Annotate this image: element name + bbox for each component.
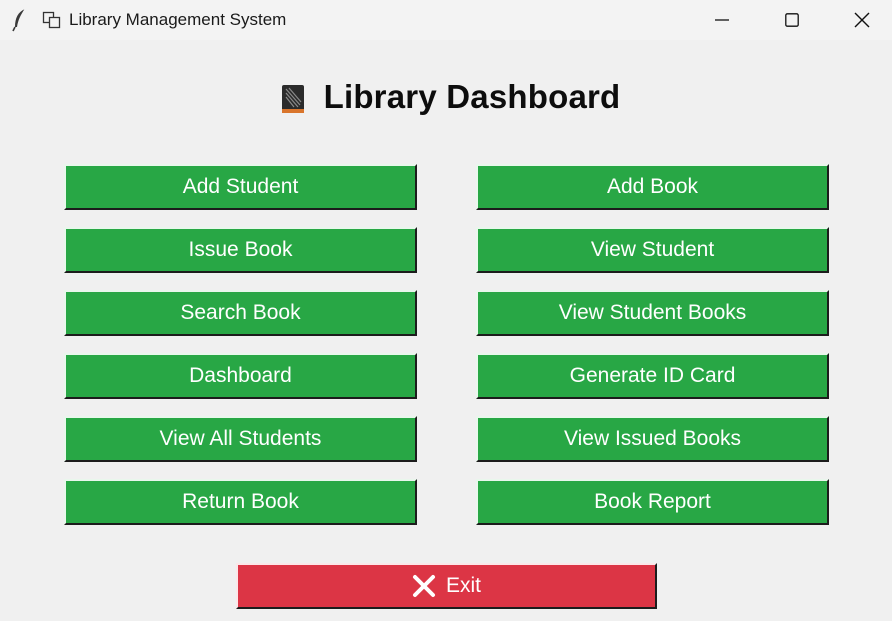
maximize-icon — [785, 13, 799, 27]
view-student-books-button[interactable]: View Student Books — [476, 290, 829, 336]
add-book-button[interactable]: Add Book — [476, 164, 829, 210]
exit-label: Exit — [445, 574, 481, 597]
add-student-button[interactable]: Add Student — [64, 164, 417, 210]
feather-icon[interactable] — [10, 8, 30, 32]
page-title: Library Dashboard — [323, 78, 621, 115]
maximize-button[interactable] — [769, 0, 815, 40]
window-copy-icon[interactable] — [42, 11, 62, 29]
issue-book-button[interactable]: Issue Book — [64, 227, 417, 273]
exit-button[interactable]: Exit — [236, 563, 657, 609]
search-book-button[interactable]: Search Book — [64, 290, 417, 336]
cross-mark-icon — [412, 574, 436, 598]
minimize-icon — [715, 19, 729, 21]
title-bar[interactable]: Library Management System — [0, 0, 892, 40]
book-report-button[interactable]: Book Report — [476, 479, 829, 525]
dashboard-button[interactable]: Dashboard — [64, 353, 417, 399]
dashboard-heading: Library Dashboard — [0, 78, 892, 116]
minimize-button[interactable] — [699, 0, 745, 40]
window-title: Library Management System — [69, 10, 287, 29]
generate-id-card-button[interactable]: Generate ID Card — [476, 353, 829, 399]
view-student-button[interactable]: View Student — [476, 227, 829, 273]
return-book-button[interactable]: Return Book — [64, 479, 417, 525]
app-window: Library Management System Library Dashbo… — [0, 0, 892, 621]
close-icon — [854, 12, 870, 28]
book-icon — [280, 83, 306, 115]
view-issued-books-button[interactable]: View Issued Books — [476, 416, 829, 462]
close-button[interactable] — [839, 0, 885, 40]
view-all-students-button[interactable]: View All Students — [64, 416, 417, 462]
